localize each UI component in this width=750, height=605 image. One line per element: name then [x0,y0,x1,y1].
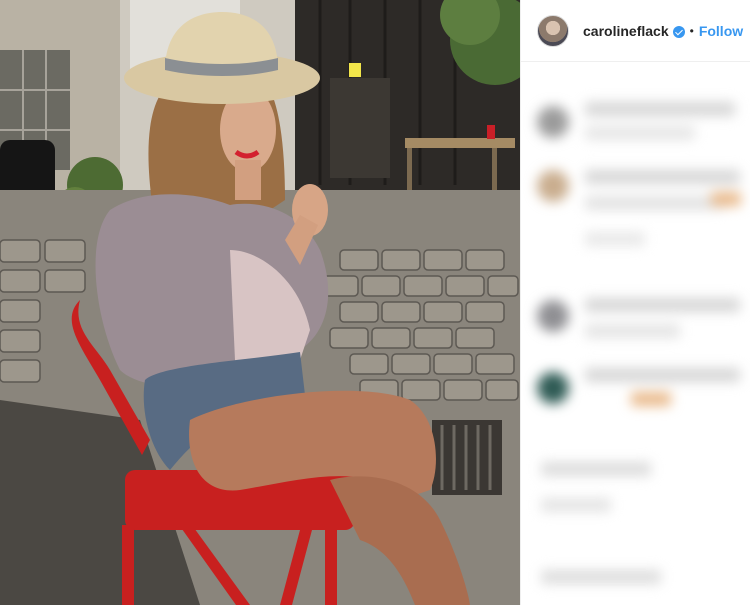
comment-line [585,196,725,210]
comment-avatar [537,372,569,404]
comment-line [585,170,740,184]
comment-line [585,126,695,140]
comment-emoji [711,192,741,206]
comment-line [541,570,661,584]
profile-avatar[interactable] [537,14,569,47]
comment-avatar [537,170,569,202]
comment-line [585,298,740,312]
post-image [0,0,520,605]
blurred-comments [521,62,750,605]
comment-line [585,102,735,116]
comment-line [585,324,680,338]
username-link[interactable]: carolineflack [583,23,669,39]
comment-line [541,498,611,512]
comment-avatar [537,106,569,138]
follow-button[interactable]: Follow [699,23,743,39]
comment-line [585,232,645,246]
verified-badge-icon [672,25,685,38]
comment-line [541,462,651,476]
comment-emoji [631,392,671,406]
post-header: carolineflack • Follow [521,0,750,62]
comment-line [585,368,740,382]
separator-dot: • [689,23,694,38]
post-side-panel: carolineflack • Follow [520,0,750,605]
post-photo[interactable] [0,0,520,605]
comment-avatar [537,300,569,332]
